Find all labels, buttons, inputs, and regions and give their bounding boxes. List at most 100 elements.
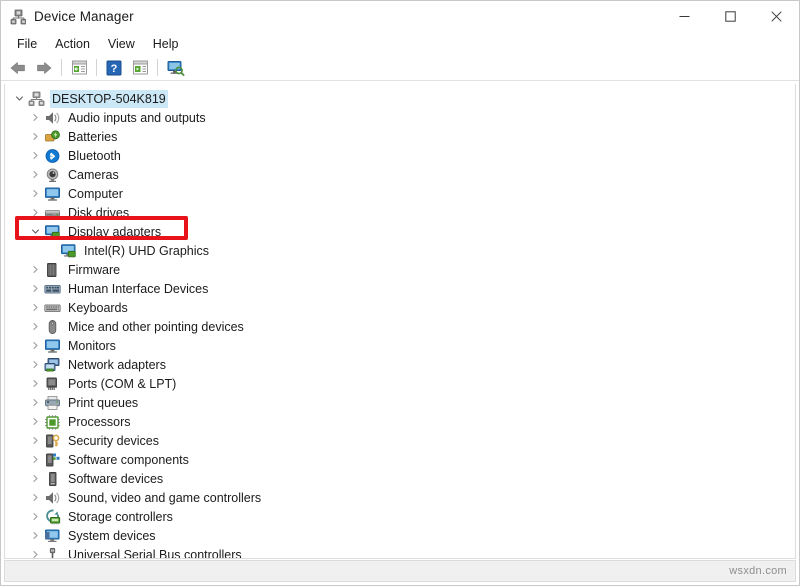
- monitor-icon: [43, 186, 61, 202]
- tree-row-audio-inputs-and-outputs[interactable]: Audio inputs and outputs: [5, 108, 795, 127]
- menu-item-file[interactable]: File: [8, 35, 46, 53]
- chevron-right-icon[interactable]: [27, 455, 43, 464]
- tree-row-universal-serial-bus-controllers[interactable]: Universal Serial Bus controllers: [5, 545, 795, 559]
- chevron-right-icon[interactable]: [27, 493, 43, 502]
- properties-icon: [71, 60, 88, 75]
- toolbar: ?: [1, 55, 799, 81]
- monitor-icon: [43, 338, 61, 354]
- chevron-right-icon[interactable]: [27, 322, 43, 331]
- right-arrow-icon: [35, 60, 53, 76]
- chevron-right-icon[interactable]: [27, 474, 43, 483]
- tree-row-label: Software components: [66, 451, 191, 469]
- properties-button[interactable]: [66, 56, 92, 80]
- usb-icon: [43, 547, 61, 560]
- chevron-right-icon[interactable]: [27, 360, 43, 369]
- tree-row-label: Mice and other pointing devices: [66, 318, 246, 336]
- maximize-button[interactable]: [707, 1, 753, 32]
- title-bar: Device Manager: [1, 1, 799, 32]
- svg-text:?: ?: [111, 63, 118, 75]
- watermark-label: wsxdn.com: [729, 565, 795, 577]
- scan-hardware-changes-button[interactable]: [162, 56, 188, 80]
- tree-row-label: Firmware: [66, 261, 122, 279]
- battery-icon: [43, 129, 61, 145]
- tree-row-label: Sound, video and game controllers: [66, 489, 263, 507]
- forward-button[interactable]: [31, 56, 57, 80]
- tree-row-label: Print queues: [66, 394, 140, 412]
- tree-row-label: Ports (COM & LPT): [66, 375, 178, 393]
- tree-row-processors[interactable]: Processors: [5, 412, 795, 431]
- speaker-icon: [43, 490, 61, 506]
- tree-row-root[interactable]: DESKTOP-504K819: [5, 89, 795, 108]
- chevron-down-icon[interactable]: [27, 227, 43, 236]
- chevron-right-icon[interactable]: [27, 189, 43, 198]
- tree-row-print-queues[interactable]: Print queues: [5, 393, 795, 412]
- tree-row-ports-com-lpt[interactable]: Ports (COM & LPT): [5, 374, 795, 393]
- menu-item-help[interactable]: Help: [144, 35, 188, 53]
- tree-row-human-interface-devices[interactable]: Human Interface Devices: [5, 279, 795, 298]
- tree-row-storage-controllers[interactable]: Storage controllers: [5, 507, 795, 526]
- tree-row-label: Processors: [66, 413, 133, 431]
- tree-row-monitors[interactable]: Monitors: [5, 336, 795, 355]
- chevron-right-icon[interactable]: [27, 132, 43, 141]
- device-tree-panel[interactable]: DESKTOP-504K819Audio inputs and outputsB…: [4, 84, 796, 559]
- chevron-right-icon[interactable]: [27, 170, 43, 179]
- tree-row-system-devices[interactable]: System devices: [5, 526, 795, 545]
- update-driver-icon: [132, 60, 149, 75]
- tree-row-display-adapters[interactable]: Display adapters: [5, 222, 795, 241]
- chevron-right-icon[interactable]: [27, 208, 43, 217]
- left-arrow-icon: [9, 60, 27, 76]
- storage-controller-icon: [43, 509, 61, 525]
- chevron-right-icon[interactable]: [27, 113, 43, 122]
- tree-row-software-components[interactable]: Software components: [5, 450, 795, 469]
- chevron-right-icon[interactable]: [27, 436, 43, 445]
- processor-icon: [43, 414, 61, 430]
- chevron-right-icon[interactable]: [27, 512, 43, 521]
- toolbar-separator-1: [61, 59, 62, 76]
- tree-row-computer[interactable]: Computer: [5, 184, 795, 203]
- minimize-button[interactable]: [661, 1, 707, 32]
- tree-row-network-adapters[interactable]: Network adapters: [5, 355, 795, 374]
- chevron-right-icon[interactable]: [27, 303, 43, 312]
- tree-row-label: Keyboards: [66, 299, 130, 317]
- tree-row-keyboards[interactable]: Keyboards: [5, 298, 795, 317]
- tree-row-mice-and-other-pointing-devices[interactable]: Mice and other pointing devices: [5, 317, 795, 336]
- device-tree[interactable]: DESKTOP-504K819Audio inputs and outputsB…: [5, 84, 795, 559]
- tree-row-disk-drives[interactable]: Disk drives: [5, 203, 795, 222]
- tree-row-intel-r-uhd-graphics[interactable]: Intel(R) UHD Graphics: [5, 241, 795, 260]
- tree-row-label: Human Interface Devices: [66, 280, 210, 298]
- update-driver-button[interactable]: [127, 56, 153, 80]
- chevron-right-icon[interactable]: [27, 531, 43, 540]
- tree-row-label: Storage controllers: [66, 508, 175, 526]
- chevron-right-icon[interactable]: [27, 550, 43, 559]
- tree-row-label: Bluetooth: [66, 147, 123, 165]
- tree-row-bluetooth[interactable]: Bluetooth: [5, 146, 795, 165]
- chevron-right-icon[interactable]: [27, 341, 43, 350]
- chevron-right-icon[interactable]: [27, 417, 43, 426]
- tree-row-cameras[interactable]: Cameras: [5, 165, 795, 184]
- tree-row-label: Network adapters: [66, 356, 168, 374]
- back-button[interactable]: [5, 56, 31, 80]
- chevron-right-icon[interactable]: [27, 398, 43, 407]
- speaker-icon: [43, 110, 61, 126]
- question-mark-icon: ?: [106, 60, 122, 76]
- display-adapter-icon: [59, 243, 77, 259]
- chevron-right-icon[interactable]: [27, 151, 43, 160]
- help-button[interactable]: ?: [101, 56, 127, 80]
- tree-row-security-devices[interactable]: Security devices: [5, 431, 795, 450]
- chevron-right-icon[interactable]: [27, 284, 43, 293]
- chevron-right-icon[interactable]: [27, 265, 43, 274]
- tree-row-label: Monitors: [66, 337, 118, 355]
- menu-item-action[interactable]: Action: [46, 35, 99, 53]
- tree-row-firmware[interactable]: Firmware: [5, 260, 795, 279]
- device-manager-window: Device Manager File Action View Help: [0, 0, 800, 586]
- tree-row-software-devices[interactable]: Software devices: [5, 469, 795, 488]
- chevron-down-icon[interactable]: [11, 94, 27, 103]
- tree-row-label: Cameras: [66, 166, 121, 184]
- tree-row-batteries[interactable]: Batteries: [5, 127, 795, 146]
- chevron-right-icon[interactable]: [27, 379, 43, 388]
- tree-row-sound-video-and-game-controllers[interactable]: Sound, video and game controllers: [5, 488, 795, 507]
- port-icon: [43, 376, 61, 392]
- close-button[interactable]: [753, 1, 799, 32]
- menu-item-view[interactable]: View: [99, 35, 144, 53]
- tree-row-label: Security devices: [66, 432, 161, 450]
